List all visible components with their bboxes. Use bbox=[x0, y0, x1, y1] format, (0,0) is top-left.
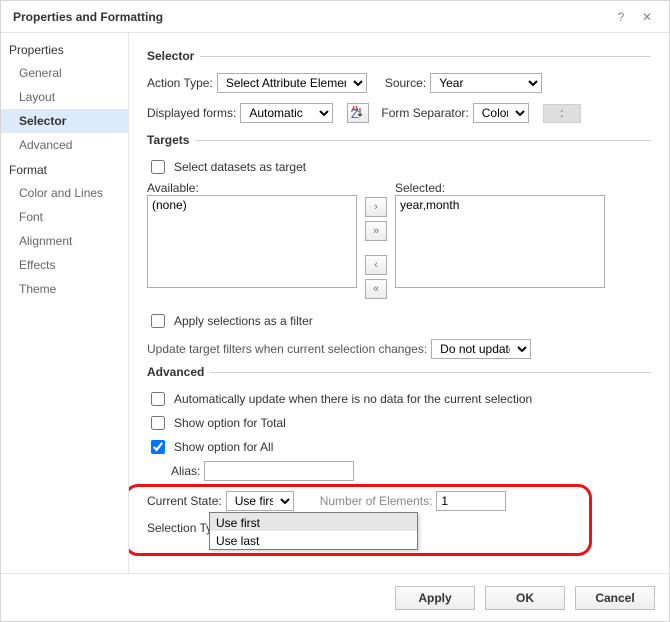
selected-listbox[interactable]: year,month bbox=[395, 195, 605, 288]
show-all-checkbox[interactable] bbox=[151, 440, 165, 454]
group-advanced: Advanced bbox=[147, 365, 651, 379]
move-all-right-button[interactable]: » bbox=[365, 221, 387, 241]
nav-item-color-lines[interactable]: Color and Lines bbox=[1, 181, 128, 205]
alias-input[interactable] bbox=[204, 461, 354, 481]
group-advanced-label: Advanced bbox=[147, 365, 204, 379]
move-left-button[interactable]: ‹ bbox=[365, 255, 387, 275]
sidebar-header-properties: Properties bbox=[1, 37, 128, 61]
update-filters-select[interactable]: Do not update bbox=[431, 339, 531, 359]
update-filters-label: Update target filters when current selec… bbox=[147, 342, 427, 356]
help-button[interactable]: ? bbox=[611, 7, 631, 27]
move-all-left-button[interactable]: « bbox=[365, 279, 387, 299]
cancel-button[interactable]: Cancel bbox=[575, 586, 655, 610]
action-type-label: Action Type: bbox=[147, 76, 213, 90]
titlebar: Properties and Formatting ? ✕ bbox=[1, 1, 669, 33]
nav-item-advanced[interactable]: Advanced bbox=[1, 133, 128, 157]
svg-text:Z: Z bbox=[351, 107, 358, 120]
available-listbox[interactable]: (none) bbox=[147, 195, 357, 288]
group-targets: Targets bbox=[147, 133, 651, 147]
dialog-footer: Apply OK Cancel bbox=[1, 573, 669, 621]
selected-label: Selected: bbox=[395, 181, 605, 195]
group-selector-label: Selector bbox=[147, 49, 194, 63]
source-label: Source: bbox=[385, 76, 426, 90]
apply-filter-checkbox[interactable] bbox=[151, 314, 165, 328]
num-elements-input[interactable] bbox=[436, 491, 506, 511]
group-selector: Selector bbox=[147, 49, 651, 63]
nav-item-general[interactable]: General bbox=[1, 61, 128, 85]
select-datasets-label: Select datasets as target bbox=[174, 160, 306, 174]
sidebar: Properties General Layout Selector Advan… bbox=[1, 33, 129, 573]
separator-sample: : bbox=[543, 104, 581, 123]
form-separator-label: Form Separator: bbox=[381, 106, 468, 120]
dropdown-option[interactable]: Use last bbox=[210, 531, 417, 549]
move-right-button[interactable]: › bbox=[365, 197, 387, 217]
nav-item-effects[interactable]: Effects bbox=[1, 253, 128, 277]
current-state-dropdown[interactable]: Use first Use last bbox=[209, 512, 418, 550]
source-select[interactable]: Year bbox=[430, 73, 542, 93]
current-state-select[interactable]: Use first bbox=[226, 491, 294, 511]
displayed-forms-label: Displayed forms: bbox=[147, 106, 236, 120]
action-type-select[interactable]: Select Attribute Element bbox=[217, 73, 367, 93]
sidebar-header-format: Format bbox=[1, 157, 128, 181]
dialog-body: Properties General Layout Selector Advan… bbox=[1, 33, 669, 573]
current-state-label: Current State: bbox=[147, 494, 222, 508]
auto-update-label: Automatically update when there is no da… bbox=[174, 392, 532, 406]
select-datasets-checkbox[interactable] bbox=[151, 160, 165, 174]
displayed-forms-select[interactable]: Automatic bbox=[240, 103, 333, 123]
main-panel: Selector Action Type: Select Attribute E… bbox=[129, 33, 669, 573]
nav-item-font[interactable]: Font bbox=[1, 205, 128, 229]
show-all-label: Show option for All bbox=[174, 440, 273, 454]
list-item[interactable]: (none) bbox=[152, 198, 352, 212]
dropdown-option[interactable]: Use first bbox=[210, 513, 417, 531]
group-targets-label: Targets bbox=[147, 133, 189, 147]
nav-item-alignment[interactable]: Alignment bbox=[1, 229, 128, 253]
list-item[interactable]: year,month bbox=[400, 198, 600, 212]
dialog-title: Properties and Formatting bbox=[13, 10, 163, 24]
nav-item-layout[interactable]: Layout bbox=[1, 85, 128, 109]
nav-item-selector[interactable]: Selector bbox=[1, 109, 128, 133]
dialog-window: Properties and Formatting ? ✕ Properties… bbox=[0, 0, 670, 622]
form-separator-select[interactable]: Colon bbox=[473, 103, 529, 123]
num-elements-label: Number of Elements: bbox=[320, 494, 433, 508]
apply-filter-label: Apply selections as a filter bbox=[174, 314, 313, 328]
alias-label: Alias: bbox=[171, 464, 200, 478]
nav-item-theme[interactable]: Theme bbox=[1, 277, 128, 301]
apply-button[interactable]: Apply bbox=[395, 586, 475, 610]
ok-button[interactable]: OK bbox=[485, 586, 565, 610]
close-button[interactable]: ✕ bbox=[637, 7, 657, 27]
show-total-label: Show option for Total bbox=[174, 416, 286, 430]
available-label: Available: bbox=[147, 181, 357, 195]
sort-button[interactable]: AZ bbox=[347, 103, 369, 123]
show-total-checkbox[interactable] bbox=[151, 416, 165, 430]
auto-update-checkbox[interactable] bbox=[151, 392, 165, 406]
